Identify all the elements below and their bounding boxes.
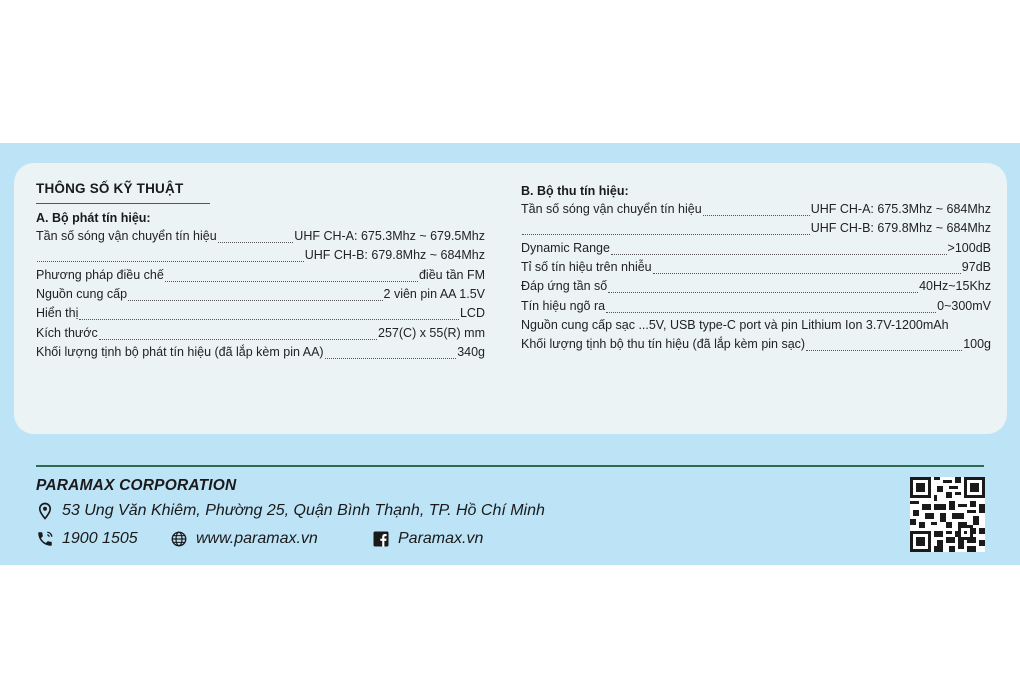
spec-label: Nguồn cung cấp sạc ...5V, USB type-C por… bbox=[521, 317, 949, 332]
spec-row: Hiển thị LCD bbox=[36, 306, 485, 325]
spec-label: Tần số sóng vận chuyển tín hiệu bbox=[521, 202, 702, 216]
phone-icon bbox=[38, 531, 53, 546]
spec-label: Khối lượng tịnh bộ phát tín hiệu (đã lắp… bbox=[36, 344, 324, 359]
spec-row: Tần số sóng vận chuyển tín hiệu UHF CH-A:… bbox=[521, 202, 991, 221]
spec-value: UHF CH-A: 675.3Mhz ~ 684Mhz bbox=[810, 202, 991, 216]
spec-row: Khối lượng tịnh bộ thu tín hiệu (đã lắp … bbox=[521, 337, 991, 356]
spec-row: UHF CH-B: 679.8Mhz ~ 684Mhz bbox=[36, 248, 485, 267]
spec-value: 2 viên pin AA 1.5V bbox=[383, 286, 485, 301]
dot-leader bbox=[37, 261, 304, 263]
dot-leader bbox=[702, 215, 810, 216]
company-name: PARAMAX CORPORATION bbox=[36, 477, 237, 494]
spec-value: 40Hz~15Khz bbox=[919, 279, 991, 294]
spec-row: Tỉ số tín hiệu trên nhiễu 97dB bbox=[521, 260, 991, 279]
spec-row: Dynamic Range >100dB bbox=[521, 241, 991, 260]
spec-row: Tín hiệu ngõ ra 0~300mV bbox=[521, 299, 991, 318]
spec-value: 97dB bbox=[961, 259, 991, 274]
dot-leader bbox=[79, 319, 459, 321]
dot-leader bbox=[128, 299, 383, 301]
facebook-page: Paramax.vn bbox=[398, 530, 484, 547]
spec-label: Phương pháp điều chế bbox=[36, 267, 164, 282]
spec-value: 100g bbox=[963, 337, 991, 352]
spec-label: Khối lượng tịnh bộ thu tín hiệu (đã lắp … bbox=[521, 337, 806, 352]
spec-value: UHF CH-B: 679.8Mhz ~ 684Mhz bbox=[304, 248, 485, 263]
qr-code bbox=[910, 477, 985, 552]
spec-row: Đáp ứng tần số 40Hz~15Khz bbox=[521, 279, 991, 298]
dot-leader bbox=[610, 253, 947, 255]
facebook-icon bbox=[373, 531, 389, 547]
spec-row: Khối lượng tịnh bộ phát tín hiệu (đã lắp… bbox=[36, 345, 485, 364]
globe-icon bbox=[171, 531, 187, 547]
phone-number: 1900 1505 bbox=[62, 530, 138, 547]
spec-label: Tỉ số tín hiệu trên nhiễu bbox=[521, 259, 652, 274]
spec-title-underline bbox=[36, 203, 210, 204]
spec-value: 340g bbox=[457, 344, 485, 359]
spec-label: Kích thước bbox=[36, 325, 98, 340]
spec-label: Dynamic Range bbox=[521, 240, 610, 255]
spec-label: Tần số sóng vận chuyển tín hiệu bbox=[36, 229, 217, 243]
spec-value: UHF CH-B: 679.8Mhz ~ 684Mhz bbox=[810, 221, 991, 236]
location-pin-icon bbox=[38, 502, 52, 520]
footer-divider bbox=[36, 465, 984, 467]
spec-value: điều tần FM bbox=[418, 267, 485, 282]
spec-value: 257(C) x 55(R) mm bbox=[378, 325, 485, 340]
dot-leader bbox=[652, 272, 961, 274]
dot-leader bbox=[98, 338, 378, 340]
spec-row: Phương pháp điều chế điều tần FM bbox=[36, 268, 485, 287]
spec-card: THÔNG SỐ KỸ THUẬT A. Bộ phát tín hiệu: T… bbox=[14, 163, 1007, 434]
spec-label: Hiển thị bbox=[36, 306, 79, 321]
dot-leader bbox=[217, 242, 294, 243]
dot-leader bbox=[522, 234, 810, 236]
website-link: www.paramax.vn bbox=[196, 530, 318, 547]
spec-title: THÔNG SỐ KỸ THUẬT bbox=[36, 181, 184, 196]
spec-row: UHF CH-B: 679.8Mhz ~ 684Mhz bbox=[521, 221, 991, 240]
spec-label: Đáp ứng tần số bbox=[521, 279, 608, 294]
spec-value: >100dB bbox=[947, 240, 991, 255]
spec-label: Tín hiệu ngõ ra bbox=[521, 298, 606, 313]
dot-leader bbox=[164, 280, 418, 282]
spec-label: Nguồn cung cấp bbox=[36, 286, 128, 301]
spec-row: Nguồn cung cấp 2 viên pin AA 1.5V bbox=[36, 287, 485, 306]
spec-value: 0~300mV bbox=[937, 298, 991, 313]
dot-leader bbox=[608, 292, 919, 294]
phone-line[interactable]: 1900 1505 bbox=[36, 530, 138, 548]
spec-value: UHF CH-A: 675.3Mhz ~ 679.5Mhz bbox=[294, 229, 485, 243]
dot-leader bbox=[324, 357, 457, 359]
dot-leader bbox=[806, 350, 963, 352]
spec-row: Tần số sóng vận chuyển tín hiệu UHF CH-A:… bbox=[36, 229, 485, 248]
facebook-line[interactable]: Paramax.vn bbox=[372, 530, 483, 548]
spec-row: Nguồn cung cấp sạc ...5V, USB type-C por… bbox=[521, 318, 991, 337]
website-line[interactable]: www.paramax.vn bbox=[170, 530, 318, 548]
transmitter-heading: A. Bộ phát tín hiệu: bbox=[36, 211, 151, 225]
address-line: 53 Ung Văn Khiêm, Phường 25, Quận Bình T… bbox=[36, 502, 545, 520]
spec-row: Kích thước 257(C) x 55(R) mm bbox=[36, 326, 485, 345]
dot-leader bbox=[606, 311, 937, 313]
receiver-heading: B. Bộ thu tín hiệu: bbox=[521, 184, 629, 198]
spec-value: LCD bbox=[459, 306, 485, 321]
address-text: 53 Ung Văn Khiêm, Phường 25, Quận Bình T… bbox=[62, 502, 545, 519]
